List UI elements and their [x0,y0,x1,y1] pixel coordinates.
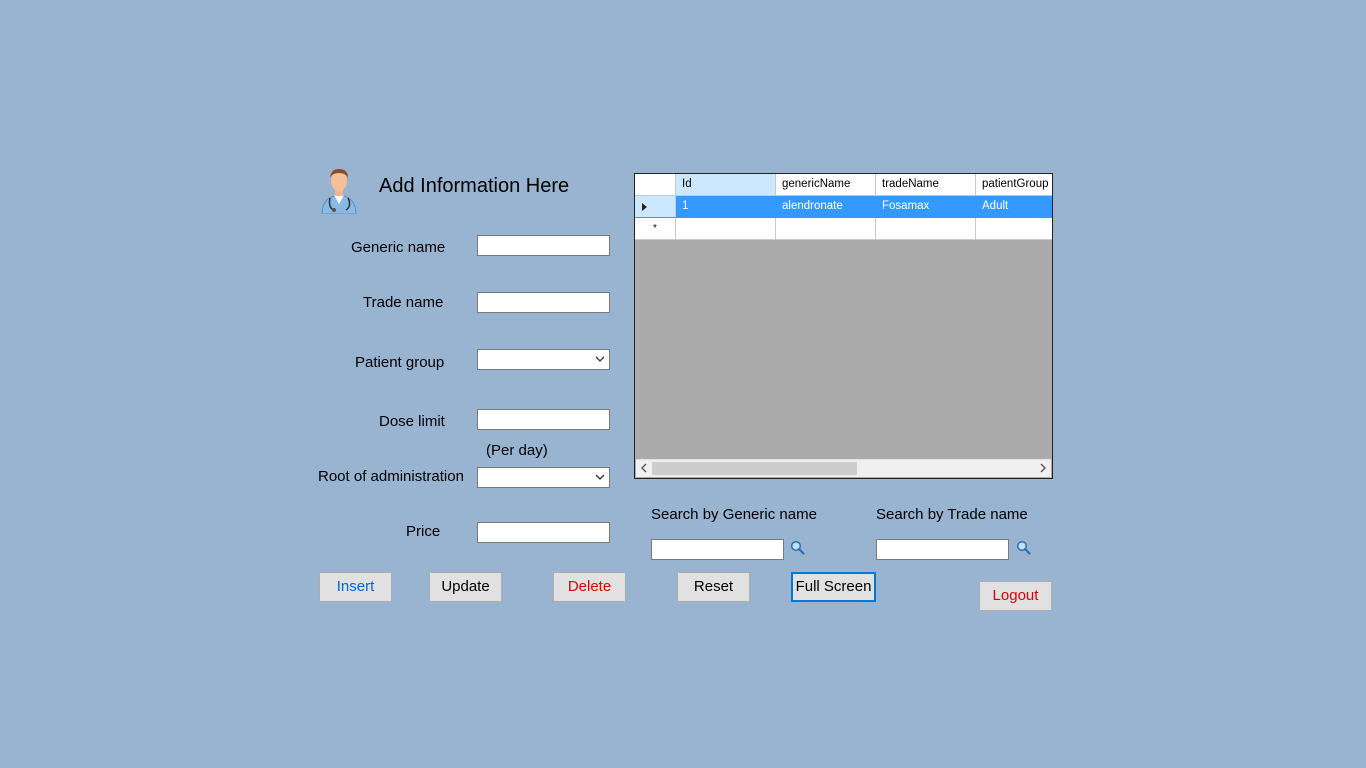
cell-id[interactable]: 1 [676,196,776,218]
route-select[interactable] [477,467,610,488]
search-trade-label: Search by Trade name [876,506,1028,523]
chevron-down-icon [595,474,605,480]
insert-button[interactable]: Insert [319,572,392,602]
generic-name-label: Generic name [351,239,446,256]
patient-group-select[interactable] [477,349,610,370]
table-row[interactable]: 1 alendronate Fosamax Adult [635,196,1052,218]
price-field[interactable] [477,522,610,543]
route-selected [478,469,481,484]
patient-group-selected [478,351,481,366]
delete-button[interactable]: Delete [553,572,626,602]
horizontal-scrollbar[interactable] [636,459,1051,477]
search-generic-input[interactable] [651,539,784,560]
full-screen-button[interactable]: Full Screen [791,572,876,602]
doctor-icon [316,164,362,215]
new-cell-generic-name[interactable] [776,218,876,240]
reset-button[interactable]: Reset [677,572,750,602]
current-row-arrow-icon [642,203,647,211]
new-cell-patient-group[interactable] [976,218,1052,240]
update-button[interactable]: Update [429,572,502,602]
route-label: Root of administration [318,468,464,485]
search-trade-input[interactable] [876,539,1009,560]
page-title: Add Information Here [379,175,570,197]
grid-corner[interactable] [635,174,676,196]
search-icon[interactable] [1016,540,1031,555]
dose-limit-field[interactable] [477,409,610,430]
new-row[interactable]: * [635,218,1052,240]
column-header-id[interactable]: Id [676,174,776,196]
trade-name-field[interactable] [477,292,610,313]
search-generic-label: Search by Generic name [651,506,817,523]
patient-group-label: Patient group [355,354,445,371]
new-cell-trade-name[interactable] [876,218,976,240]
new-cell-id[interactable] [676,218,776,240]
row-header[interactable] [635,196,676,218]
chevron-down-icon [595,356,605,362]
cell-patient-group[interactable]: Adult [976,196,1052,218]
column-header-trade-name[interactable]: tradeName [876,174,976,196]
trade-name-label: Trade name [363,294,444,311]
column-header-generic-name[interactable]: genericName [776,174,876,196]
column-header-patient-group[interactable]: patientGroup [976,174,1052,196]
price-label: Price [406,523,441,540]
scrollbar-thumb[interactable] [652,462,857,475]
generic-name-field[interactable] [477,235,610,256]
data-grid[interactable]: Id genericName tradeName patientGroup 1 … [634,173,1053,479]
per-day-note: (Per day) [486,442,548,459]
grid-header: Id genericName tradeName patientGroup [635,174,1052,196]
cell-trade-name[interactable]: Fosamax [876,196,976,218]
scroll-left-icon[interactable] [639,463,649,473]
scroll-right-icon[interactable] [1038,463,1048,473]
new-row-header[interactable]: * [635,218,676,240]
dose-limit-label: Dose limit [379,413,445,430]
logout-button[interactable]: Logout [979,581,1052,611]
cell-generic-name[interactable]: alendronate [776,196,876,218]
search-icon[interactable] [790,540,805,555]
